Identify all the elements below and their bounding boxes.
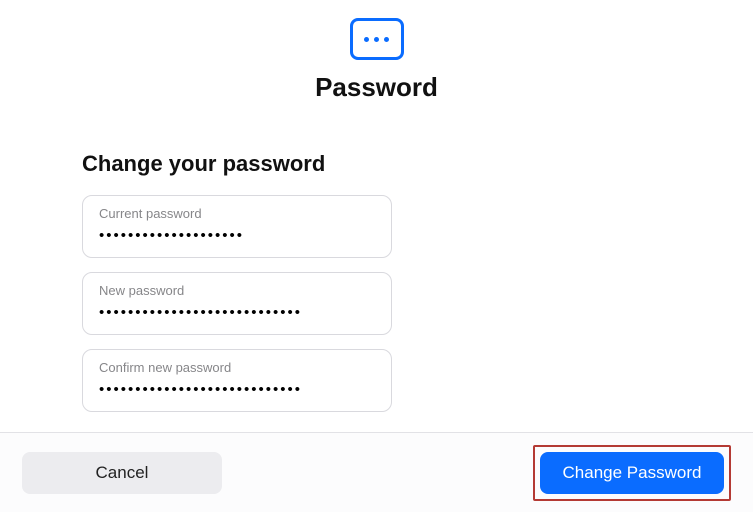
new-password-label: New password [99,283,375,298]
footer-bar: Cancel Change Password [0,432,753,512]
current-password-field[interactable]: Current password [82,195,392,258]
page-title: Password [0,72,753,103]
header-icon-wrap [0,18,753,60]
section-title: Change your password [82,151,753,177]
change-password-button[interactable]: Change Password [540,452,724,494]
current-password-input[interactable] [99,227,375,244]
cancel-button[interactable]: Cancel [22,452,222,494]
dot-icon [384,37,389,42]
main-content: Password Change your password Current pa… [0,0,753,432]
new-password-field[interactable]: New password [82,272,392,335]
confirm-password-input[interactable] [99,381,375,398]
dot-icon [364,37,369,42]
dot-icon [374,37,379,42]
highlight-box: Change Password [533,445,731,501]
confirm-password-field[interactable]: Confirm new password [82,349,392,412]
confirm-password-label: Confirm new password [99,360,375,375]
current-password-label: Current password [99,206,375,221]
password-dots-icon [350,18,404,60]
change-password-form: Change your password Current password Ne… [0,151,753,412]
new-password-input[interactable] [99,304,375,321]
